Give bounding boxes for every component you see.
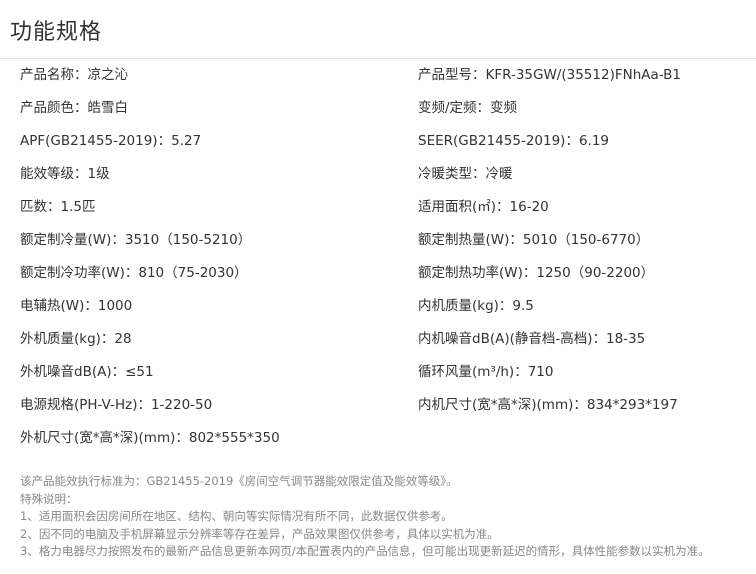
- spec-energy-grade: 能效等级：1级: [20, 166, 110, 182]
- spec-outdoor-unit-weight: 外机质量(kg)：28: [20, 331, 132, 347]
- note-item: 1、适用面积会因房间所在地区、结构、朝向等实际情况有所不同，此数据仅供参考。: [20, 509, 453, 524]
- spec-cool-heat-type: 冷暖类型：冷暖: [418, 166, 513, 182]
- spec-inverter-type: 变频/定频：变频: [418, 100, 518, 116]
- spec-product-color: 产品颜色：皓雪白: [20, 100, 128, 116]
- note-item: 3、格力电器尽力按照发布的最新产品信息更新本网页/本配置表内的产品信息，但可能出…: [20, 544, 710, 559]
- spec-product-model: 产品型号：KFR-35GW/(35512)FNhAa-B1: [418, 67, 682, 83]
- spec-table: 产品名称：凉之沁 产品型号：KFR-35GW/(35512)FNhAa-B1 产…: [20, 60, 740, 456]
- spec-applicable-area: 适用面积(㎡)：16-20: [418, 199, 549, 215]
- note-item: 2、因不同的电脑及手机屏幕显示分辨率等存在差异，产品效果图仅供参考，具体以实机为…: [20, 526, 499, 541]
- spec-product-name: 产品名称：凉之沁: [20, 67, 128, 83]
- note-special-heading: 特殊说明：: [20, 491, 78, 506]
- spec-outdoor-unit-size: 外机尺寸(宽*高*深)(mm)：802*555*350: [20, 430, 280, 446]
- spec-air-circulation: 循环风量(m³/h)：710: [418, 364, 554, 380]
- spec-rated-heating-power: 额定制热功率(W)：1250（90-2200）: [418, 265, 655, 281]
- spec-indoor-unit-weight: 内机质量(kg)：9.5: [418, 298, 534, 314]
- spec-rated-cooling-power: 额定制冷功率(W)：810（75-2030）: [20, 265, 248, 281]
- spec-rated-cooling-capacity: 额定制冷量(W)：3510（150-5210）: [20, 232, 252, 248]
- page-title: 功能规格: [10, 20, 103, 45]
- spec-indoor-unit-noise: 内机噪音dB(A)(静音档-高档)：18-35: [418, 331, 646, 347]
- spec-electric-aux-heat: 电辅热(W)：1000: [20, 298, 133, 314]
- title-divider: [0, 58, 756, 59]
- spec-outdoor-unit-noise: 外机噪音dB(A)：≤51: [20, 364, 154, 380]
- note-energy-standard: 该产品能效执行标准为：GB21455-2019《房间空气调节器能效限定值及能效等…: [20, 474, 458, 488]
- spec-seer: SEER(GB21455-2019)：6.19: [418, 133, 609, 149]
- spec-horsepower: 匹数：1.5匹: [20, 199, 96, 215]
- spec-indoor-unit-size: 内机尺寸(宽*高*深)(mm)：834*293*197: [418, 397, 678, 413]
- spec-rated-heating-capacity: 额定制热量(W)：5010（150-6770）: [418, 232, 650, 248]
- spec-power-supply: 电源规格(PH-V-Hz)：1-220-50: [20, 397, 213, 413]
- spec-apf: APF(GB21455-2019)：5.27: [20, 133, 202, 149]
- footnotes: 该产品能效执行标准为：GB21455-2019《房间空气调节器能效限定值及能效等…: [20, 473, 750, 561]
